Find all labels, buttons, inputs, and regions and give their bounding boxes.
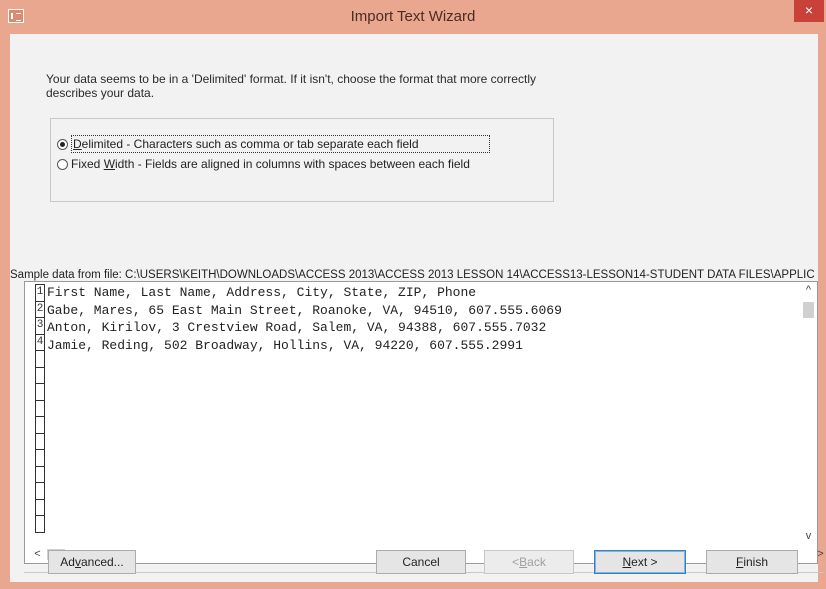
vertical-scroll-thumb[interactable] <box>803 302 814 318</box>
row-number <box>35 416 45 434</box>
delimited-label[interactable]: Delimited - Characters such as comma or … <box>71 135 490 153</box>
finish-button[interactable]: Finish <box>706 550 798 574</box>
row-number <box>35 498 45 516</box>
fixed-width-label[interactable]: Fixed Width - Fields are aligned in colu… <box>71 157 470 171</box>
vertical-scrollbar[interactable]: ^ v <box>800 282 817 547</box>
sample-data-line: Anton, Kirilov, 3 Crestview Road, Salem,… <box>47 320 547 335</box>
back-button[interactable]: < Back <box>484 550 574 574</box>
row-number <box>35 482 45 500</box>
next-button[interactable]: Next > <box>594 550 686 574</box>
title-bar[interactable]: Import Text Wizard × <box>0 0 826 34</box>
scroll-down-icon[interactable]: v <box>800 528 817 545</box>
row-number: 4 <box>35 333 45 351</box>
fixed-width-option[interactable]: Fixed Width - Fields are aligned in colu… <box>57 155 470 173</box>
fixed-width-radio[interactable] <box>57 158 68 170</box>
wizard-body: Your data seems to be in a 'Delimited' f… <box>10 34 824 582</box>
sample-data-lines: First Name, Last Name, Address, City, St… <box>47 284 562 354</box>
scroll-up-icon[interactable]: ^ <box>800 282 817 299</box>
import-text-wizard-window: Import Text Wizard × Your data seems to … <box>0 0 826 589</box>
row-number-column: 1234 <box>35 284 45 533</box>
sample-data-line: Jamie, Reding, 502 Broadway, Hollins, VA… <box>47 337 523 353</box>
close-button[interactable]: × <box>794 0 824 22</box>
cancel-button[interactable]: Cancel <box>376 550 466 574</box>
scroll-right-icon[interactable]: > <box>812 546 826 563</box>
row-number <box>35 432 45 450</box>
intro-text: Your data seems to be in a 'Delimited' f… <box>46 72 586 100</box>
scroll-left-icon[interactable]: < <box>29 546 46 563</box>
row-number <box>35 449 45 467</box>
row-number <box>35 383 45 401</box>
delimited-radio[interactable] <box>57 138 68 150</box>
row-number <box>35 399 45 417</box>
row-number: 3 <box>35 317 45 335</box>
row-number <box>35 515 45 533</box>
window-title: Import Text Wizard <box>350 8 476 25</box>
row-number: 1 <box>35 284 45 302</box>
advanced-button[interactable]: Ad v anced... <box>48 550 136 574</box>
sample-data-preview[interactable]: 1234 First Name, Last Name, Address, Cit… <box>24 281 824 564</box>
delimited-option[interactable]: Delimited - Characters such as comma or … <box>57 135 490 153</box>
sample-data-line: First Name, Last Name, Address, City, St… <box>47 285 477 300</box>
intro-line-1: Your data seems to be in a 'Delimited' f… <box>46 72 536 86</box>
row-number <box>35 366 45 384</box>
intro-line-2: describes your data. <box>46 86 155 100</box>
sample-data-line: Gabe, Mares, 65 East Main Street, Roanok… <box>47 302 562 318</box>
row-number <box>35 465 45 483</box>
row-number <box>35 350 45 368</box>
format-option-group: Delimited - Characters such as comma or … <box>50 118 554 202</box>
sample-data-label: Sample data from file: C:\USERS\KEITH\DO… <box>10 269 815 281</box>
row-number: 2 <box>35 300 45 318</box>
